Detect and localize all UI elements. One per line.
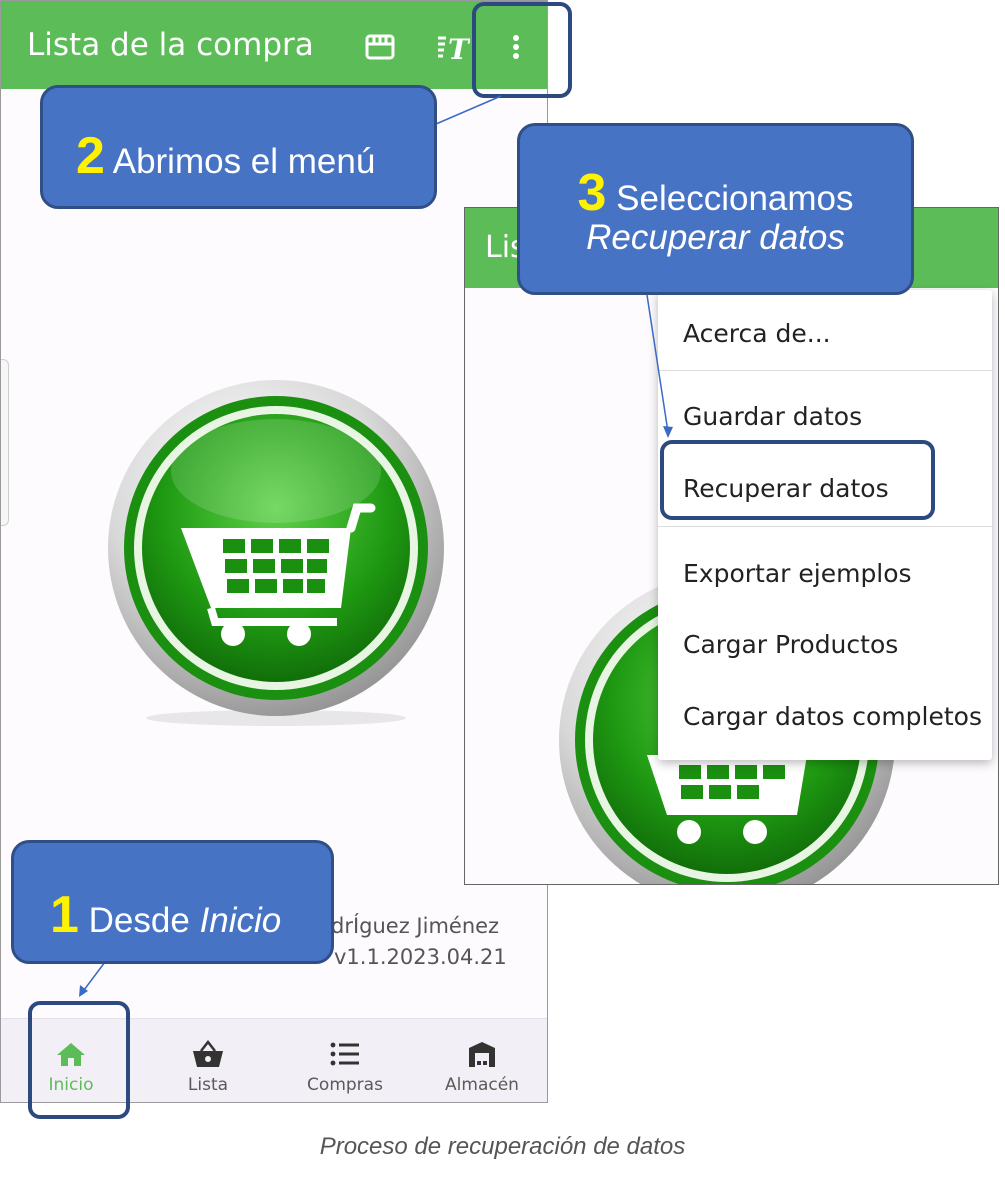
step-number: 3	[577, 164, 607, 222]
callout-step-3: 3 Seleccionamos Recuperar datos	[517, 123, 914, 295]
callout-italic-text: Inicio	[199, 901, 282, 940]
callout-text: Seleccionamos	[616, 179, 854, 218]
callout-text: Abrimos el menú	[112, 142, 376, 181]
callout-italic-text: Recuperar datos	[586, 218, 845, 257]
step-number: 1	[50, 886, 79, 944]
callout-text: Desde	[88, 901, 200, 940]
callout-step-2: 2 Abrimos el menú	[40, 85, 437, 209]
figure-caption: Proceso de recuperación de datos	[319, 1133, 686, 1160]
callout-step-1: 1 Desde Inicio	[11, 840, 334, 964]
step-number: 2	[76, 127, 105, 185]
